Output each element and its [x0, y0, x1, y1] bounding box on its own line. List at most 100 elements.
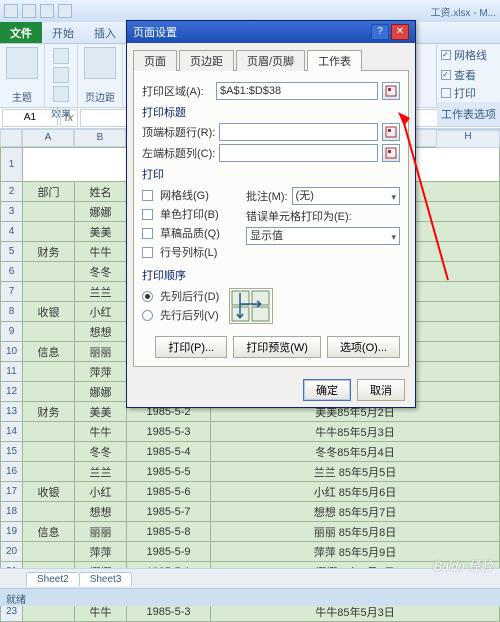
fx-icon[interactable]: fx: [60, 109, 78, 127]
order-down-radio[interactable]: [142, 291, 153, 302]
cell[interactable]: 小红: [75, 482, 127, 502]
row-header[interactable]: 10: [1, 342, 23, 362]
dlg-tab-headerfooter[interactable]: 页眉/页脚: [236, 50, 305, 71]
cell[interactable]: 美美: [75, 222, 127, 242]
cell[interactable]: 想想: [75, 322, 127, 342]
cell[interactable]: 兰兰: [75, 282, 127, 302]
col-header-H[interactable]: H: [436, 130, 500, 148]
cell[interactable]: 信息: [23, 342, 75, 362]
dlg-tab-sheet[interactable]: 工作表: [307, 50, 362, 71]
cell[interactable]: 兰兰 85年5月5日: [211, 462, 500, 482]
row-header[interactable]: 3: [1, 202, 23, 222]
sheet-tab-2[interactable]: Sheet2: [26, 572, 80, 586]
qat-redo-icon[interactable]: [40, 4, 54, 18]
cell[interactable]: [23, 282, 75, 302]
gridlines-check-icon[interactable]: [441, 50, 451, 60]
view-check-icon[interactable]: [441, 70, 451, 80]
comments-select[interactable]: (无): [292, 187, 400, 205]
cancel-button[interactable]: 取消: [357, 379, 405, 401]
row-header[interactable]: 9: [1, 322, 23, 342]
cell[interactable]: 姓名: [75, 182, 127, 202]
cell[interactable]: [23, 382, 75, 402]
options-button[interactable]: 选项(O)...: [327, 336, 400, 358]
cell[interactable]: 冬冬85年5月4日: [211, 442, 500, 462]
cell[interactable]: 丽丽 85年5月8日: [211, 522, 500, 542]
dlg-tab-page[interactable]: 页面: [133, 50, 177, 71]
cell[interactable]: [23, 502, 75, 522]
cell[interactable]: 牛牛: [75, 422, 127, 442]
sheet-tab-3[interactable]: Sheet3: [79, 572, 133, 586]
cell[interactable]: 1985-5-6: [127, 482, 211, 502]
cell[interactable]: 想想: [75, 502, 127, 522]
dialog-titlebar[interactable]: 页面设置 ? ✕: [127, 21, 415, 43]
themes-icon[interactable]: [6, 47, 38, 79]
ribbon-tab-home[interactable]: 开始: [42, 22, 84, 43]
row-header[interactable]: 12: [1, 382, 23, 402]
row-header[interactable]: 16: [1, 462, 23, 482]
cell[interactable]: 部门: [23, 182, 75, 202]
row-header[interactable]: 5: [1, 242, 23, 262]
col-header-A[interactable]: A: [22, 129, 74, 147]
select-all-corner[interactable]: [0, 129, 22, 147]
cell[interactable]: 丽丽: [75, 342, 127, 362]
cell[interactable]: 萍萍: [75, 362, 127, 382]
cell[interactable]: 收银: [23, 302, 75, 322]
cell[interactable]: 1985-5-8: [127, 522, 211, 542]
row-header[interactable]: 7: [1, 282, 23, 302]
mono-checkbox[interactable]: [142, 209, 153, 220]
margins-icon[interactable]: [84, 47, 116, 79]
cell[interactable]: 1985-5-9: [127, 542, 211, 562]
cell[interactable]: [23, 542, 75, 562]
cell[interactable]: [23, 262, 75, 282]
print-area-ref-button[interactable]: [382, 82, 400, 100]
cell[interactable]: 小红 85年5月6日: [211, 482, 500, 502]
print-check-icon[interactable]: [441, 88, 451, 98]
cell[interactable]: 冬冬: [75, 262, 127, 282]
fonts-icon[interactable]: [53, 67, 69, 83]
cell[interactable]: [23, 442, 75, 462]
name-box[interactable]: A1: [2, 109, 58, 127]
dlg-tab-margins[interactable]: 页边距: [179, 50, 234, 71]
row-header[interactable]: 2: [1, 182, 23, 202]
top-rows-input[interactable]: [219, 123, 378, 141]
cell[interactable]: [23, 202, 75, 222]
cell[interactable]: 娜娜: [75, 202, 127, 222]
cell[interactable]: [23, 222, 75, 242]
row-header[interactable]: 17: [1, 482, 23, 502]
ok-button[interactable]: 确定: [303, 379, 351, 401]
row-header[interactable]: 19: [1, 522, 23, 542]
rowcol-checkbox[interactable]: [142, 247, 153, 258]
row-header[interactable]: 1: [1, 148, 23, 182]
cell[interactable]: 小红: [75, 302, 127, 322]
cell[interactable]: 牛牛85年5月3日: [211, 422, 500, 442]
cell[interactable]: 萍萍: [75, 542, 127, 562]
print-area-input[interactable]: $A$1:$D$38: [216, 82, 378, 100]
cell[interactable]: 美美: [75, 402, 127, 422]
cell[interactable]: 1985-5-5: [127, 462, 211, 482]
left-cols-ref-button[interactable]: [382, 144, 400, 162]
cell[interactable]: 兰兰: [75, 462, 127, 482]
dialog-help-button[interactable]: ?: [371, 24, 389, 40]
cell[interactable]: 信息: [23, 522, 75, 542]
row-header[interactable]: 11: [1, 362, 23, 382]
cell[interactable]: 娜娜: [75, 382, 127, 402]
ribbon-tab-file[interactable]: 文件: [0, 22, 42, 43]
row-header[interactable]: 4: [1, 222, 23, 242]
order-over-radio[interactable]: [142, 310, 153, 321]
cell[interactable]: 1985-5-7: [127, 502, 211, 522]
row-header[interactable]: 13: [1, 402, 23, 422]
cell[interactable]: 1985-5-4: [127, 442, 211, 462]
cell[interactable]: 财务: [23, 402, 75, 422]
cell[interactable]: [23, 462, 75, 482]
row-header[interactable]: 6: [1, 262, 23, 282]
top-rows-ref-button[interactable]: [382, 123, 400, 141]
row-header[interactable]: 8: [1, 302, 23, 322]
print-button[interactable]: 打印(P)...: [155, 336, 227, 358]
ribbon-tab-insert[interactable]: 插入: [84, 22, 126, 43]
cell[interactable]: 冬冬: [75, 442, 127, 462]
effects-icon[interactable]: [53, 86, 69, 102]
cell[interactable]: 财务: [23, 242, 75, 262]
qat-save-icon[interactable]: [4, 4, 18, 18]
row-header[interactable]: 14: [1, 422, 23, 442]
cell[interactable]: 想想 85年5月7日: [211, 502, 500, 522]
